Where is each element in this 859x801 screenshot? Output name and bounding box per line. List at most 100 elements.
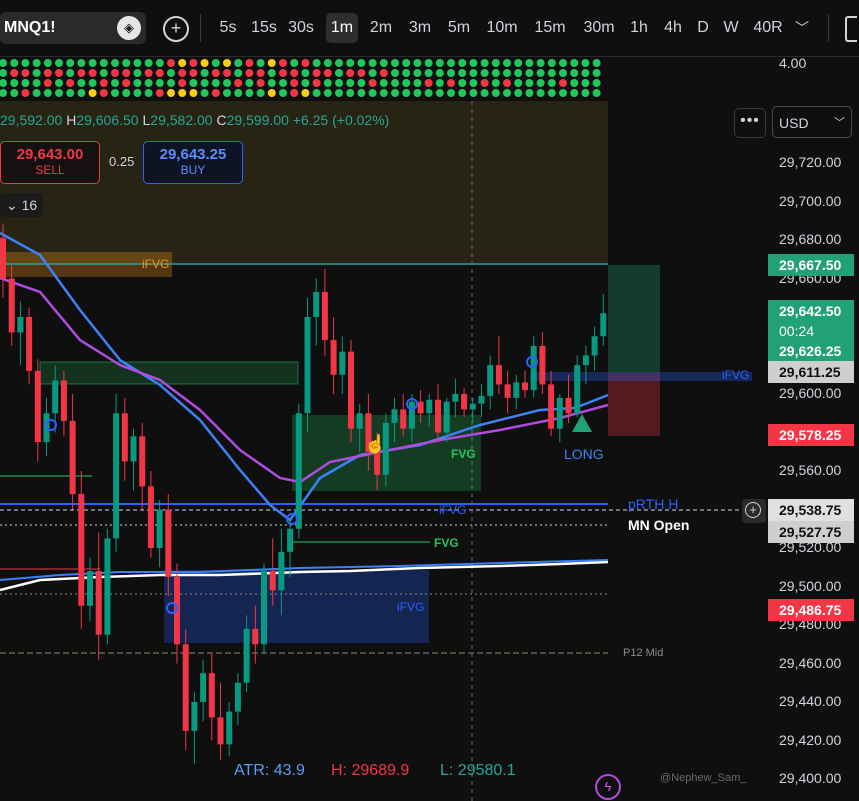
signal-dot bbox=[122, 79, 131, 87]
signal-dot bbox=[547, 59, 556, 67]
last-price-tag: 29,642.50 00:24 bbox=[768, 300, 854, 342]
signal-dot bbox=[458, 59, 467, 67]
signal-dot bbox=[346, 79, 355, 87]
signal-dot bbox=[514, 79, 523, 87]
signal-dot bbox=[144, 69, 153, 77]
long-signal-triangle bbox=[572, 414, 592, 432]
candle-body bbox=[565, 397, 572, 414]
signal-dot bbox=[267, 89, 276, 97]
timeframe-1m[interactable]: 1m bbox=[326, 13, 358, 43]
candle-body bbox=[304, 317, 311, 414]
candle-body bbox=[452, 394, 459, 402]
signal-dot bbox=[144, 79, 153, 87]
price-axis-label: 29,420.00 bbox=[779, 731, 842, 748]
signal-dot bbox=[525, 79, 534, 87]
fvg-label: FVG bbox=[434, 536, 459, 550]
candle-body bbox=[321, 291, 328, 341]
signal-dot bbox=[245, 69, 254, 77]
candle-body bbox=[78, 494, 85, 606]
add-alert-button[interactable]: + bbox=[742, 499, 766, 523]
timeframe-5m[interactable]: 5m bbox=[444, 13, 474, 43]
signal-dot bbox=[592, 59, 601, 67]
signal-dot bbox=[66, 69, 75, 77]
candle-body bbox=[208, 673, 215, 718]
signal-dot bbox=[290, 69, 299, 77]
buy-label: BUY bbox=[180, 163, 206, 177]
signal-dot bbox=[301, 79, 310, 87]
plus-icon: + bbox=[745, 502, 761, 518]
timeframe-2m[interactable]: 2m bbox=[366, 13, 396, 43]
timeframe-D[interactable]: D bbox=[693, 13, 713, 43]
signal-dot bbox=[525, 59, 534, 67]
signal-dot bbox=[346, 59, 355, 67]
signal-dot bbox=[122, 89, 131, 97]
timeframe-15s[interactable]: 15s bbox=[248, 13, 280, 43]
signal-dot bbox=[402, 59, 411, 67]
timeframe-15m[interactable]: 15m bbox=[530, 13, 570, 43]
lightning-icon[interactable]: ϟ bbox=[595, 774, 621, 800]
timeframe-W[interactable]: W bbox=[720, 13, 742, 43]
signal-dot bbox=[357, 79, 366, 87]
signal-dot bbox=[43, 69, 52, 77]
zone bbox=[39, 361, 299, 385]
signal-dot bbox=[570, 79, 579, 87]
signal-dot bbox=[503, 79, 511, 87]
ifvg-label: iFVG bbox=[397, 600, 425, 614]
candle-body bbox=[113, 413, 120, 539]
currency-select[interactable]: USD ﹀ bbox=[772, 106, 852, 138]
candle-body bbox=[487, 365, 494, 396]
candle-body bbox=[374, 451, 381, 475]
timeframe-4h[interactable]: 4h bbox=[661, 13, 685, 43]
signal-dot bbox=[357, 59, 366, 67]
timeframe-10m[interactable]: 10m bbox=[482, 13, 522, 43]
open-value: 29,592.00 bbox=[0, 112, 63, 128]
signal-dot bbox=[391, 59, 399, 67]
more-options-button[interactable]: ••• bbox=[734, 108, 766, 138]
signal-dot bbox=[66, 79, 75, 87]
candle-body bbox=[287, 528, 294, 552]
signal-dot bbox=[559, 69, 567, 77]
timeframe-5s[interactable]: 5s bbox=[214, 13, 242, 43]
stop-zone bbox=[608, 373, 660, 436]
signal-dot bbox=[458, 69, 467, 77]
signal-dot bbox=[514, 69, 523, 77]
compare-add-icon[interactable]: + bbox=[163, 16, 189, 42]
signal-dot bbox=[223, 59, 231, 67]
signal-dot bbox=[435, 79, 444, 87]
signal-dot bbox=[256, 59, 265, 67]
signal-dot bbox=[447, 79, 455, 87]
candle-body bbox=[417, 401, 424, 414]
timeframe-30s[interactable]: 30s bbox=[284, 13, 318, 43]
candle-body bbox=[539, 345, 546, 385]
quantity-selector[interactable]: ⌄ 16 bbox=[0, 193, 43, 217]
sell-button[interactable]: 29,643.00 SELL bbox=[0, 141, 100, 184]
signal-dot bbox=[211, 59, 220, 67]
timeframe-1h[interactable]: 1h bbox=[626, 13, 652, 43]
symbol-search-button[interactable]: MNQ1! ◈ bbox=[0, 12, 146, 44]
toolbar-divider bbox=[200, 14, 201, 42]
signal-dot bbox=[21, 89, 30, 97]
timeframe-more-chevron-icon[interactable]: ﹀ bbox=[795, 18, 809, 38]
signal-dot bbox=[570, 59, 579, 67]
spread-value: 0.25 bbox=[109, 154, 135, 169]
signal-dot bbox=[424, 59, 433, 67]
candle-body bbox=[435, 399, 441, 433]
timeframe-40R[interactable]: 40R bbox=[750, 13, 786, 43]
p12-mid-label: P12 Mid bbox=[623, 647, 664, 659]
timeframe-3m[interactable]: 3m bbox=[404, 13, 436, 43]
layout-icon[interactable] bbox=[845, 16, 857, 42]
signal-dot bbox=[536, 69, 545, 77]
high-stat: H: 29689.9 bbox=[331, 762, 410, 779]
buy-button[interactable]: 29,643.25 BUY bbox=[143, 141, 243, 184]
timeframe-30m[interactable]: 30m bbox=[578, 13, 620, 43]
candle-body bbox=[348, 351, 354, 429]
signal-dot bbox=[413, 69, 422, 77]
signal-dot bbox=[0, 89, 7, 97]
signal-dot bbox=[10, 79, 19, 87]
mn-open-price-tag: 29,527.75 bbox=[768, 521, 854, 543]
signal-dot bbox=[211, 79, 220, 87]
signal-dot bbox=[189, 59, 198, 67]
candle-body bbox=[426, 399, 433, 414]
symbol-info-icon[interactable]: ◈ bbox=[117, 16, 141, 40]
candle-body bbox=[17, 317, 24, 333]
